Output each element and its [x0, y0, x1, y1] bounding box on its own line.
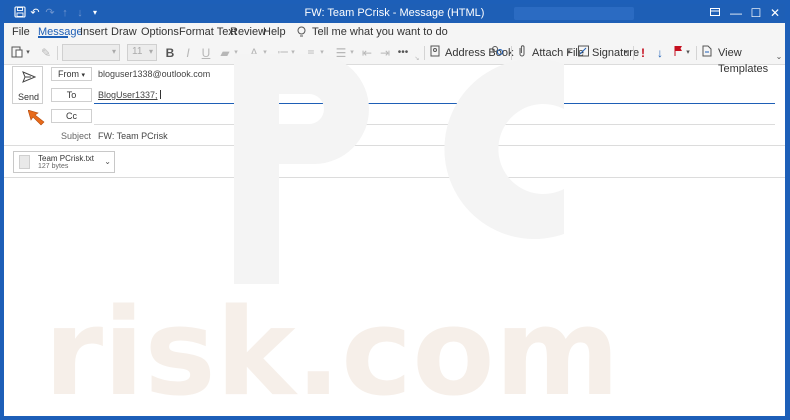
ribbon-tabs: File Message Insert Draw Options Format … — [4, 23, 785, 41]
low-importance-icon[interactable]: ↓ — [654, 45, 666, 61]
lightbulb-icon — [297, 26, 306, 41]
flag-icon[interactable] — [672, 45, 684, 61]
dialog-launcher-icon[interactable]: ↘ — [413, 51, 421, 67]
subject-underline — [4, 145, 785, 146]
maximize-button[interactable]: ☐ — [746, 4, 766, 23]
more-options-icon[interactable]: ••• — [394, 45, 412, 61]
svg-text:risk.com: risk.com — [44, 284, 620, 416]
tab-review[interactable]: Review — [230, 26, 266, 38]
divider — [633, 46, 634, 60]
from-dropdown-icon: ▾ — [81, 72, 86, 79]
highlight-dropdown-icon[interactable]: ▾ — [232, 45, 240, 61]
text-caret — [159, 90, 161, 99]
minimize-button[interactable]: — — [726, 4, 746, 23]
to-input[interactable]: BlogUser1337; — [98, 90, 161, 100]
highlight-icon[interactable]: ▰ — [218, 45, 232, 61]
search-box-blurred — [514, 7, 634, 20]
attachment-name: Team PCrisk.txt — [38, 154, 95, 163]
tab-insert[interactable]: Insert — [80, 26, 108, 38]
subject-label: Subject — [61, 131, 92, 141]
tab-file[interactable]: File — [12, 26, 30, 38]
to-field-underline — [94, 103, 775, 104]
from-value: bloguser1338@outlook.com — [98, 69, 211, 79]
bullets-icon[interactable]: ≔ — [276, 45, 290, 61]
tab-draw[interactable]: Draw — [111, 26, 137, 38]
attachment-size: 127 bytes — [38, 163, 69, 170]
to-button[interactable]: To — [51, 88, 92, 102]
bold-icon[interactable]: B — [164, 45, 176, 61]
tab-options[interactable]: Options — [141, 26, 179, 38]
ribbon-display-icon[interactable] — [705, 4, 725, 23]
tab-help[interactable]: Help — [263, 26, 286, 38]
attachment-dropdown-icon[interactable]: ⌄ — [104, 157, 111, 166]
close-button[interactable]: ✕ — [765, 4, 785, 23]
from-label: From — [57, 69, 79, 79]
flag-dropdown-icon[interactable]: ▾ — [684, 45, 692, 61]
font-name-select[interactable]: ▾ — [62, 44, 120, 61]
attachment-chip[interactable]: Team PCrisk.txt 127 bytes ⌄ — [13, 151, 115, 173]
window-title: FW: Team PCrisk - Message (HTML) — [304, 7, 485, 19]
divider — [511, 46, 512, 60]
divider — [57, 46, 58, 60]
title-bar: ↶ ↷ ↑ ↓ ▾ FW: Team PCrisk - Message (HTM… — [4, 4, 785, 23]
collapse-ribbon-icon[interactable]: ⌄ — [774, 49, 784, 65]
to-recipient[interactable]: BlogUser1337; — [98, 90, 158, 100]
watermark-logo: risk.com — [44, 54, 620, 416]
signature-dropdown-icon[interactable]: ▾ — [622, 45, 630, 61]
align-dropdown-icon[interactable]: ▾ — [348, 45, 356, 61]
attach-file-dropdown-icon[interactable]: ▾ — [565, 45, 573, 61]
bullets-dropdown-icon[interactable]: ▾ — [289, 45, 297, 61]
paperclip-icon[interactable] — [516, 45, 528, 61]
decrease-indent-icon[interactable]: ⇤ — [360, 45, 374, 61]
paste-dropdown-icon[interactable]: ▾ — [24, 45, 32, 61]
tell-me-search[interactable]: Tell me what you want to do — [312, 26, 448, 38]
templates-icon[interactable] — [701, 45, 713, 61]
text-file-icon — [19, 155, 30, 169]
divider — [424, 46, 425, 60]
attachment-underline — [4, 177, 785, 178]
address-book-icon[interactable] — [429, 45, 441, 61]
align-icon[interactable]: ☰ — [334, 45, 348, 61]
outlook-compose-window: ↶ ↷ ↑ ↓ ▾ FW: Team PCrisk - Message (HTM… — [4, 4, 785, 416]
format-painter-icon[interactable]: ✎ — [39, 45, 53, 61]
cc-field-underline — [94, 124, 775, 125]
italic-icon[interactable]: I — [182, 45, 194, 61]
send-label: Send — [17, 92, 40, 102]
active-tab-indicator — [38, 36, 68, 38]
numbering-dropdown-icon[interactable]: ▾ — [318, 45, 326, 61]
tab-format-text[interactable]: Format Text — [179, 26, 237, 38]
high-importance-icon[interactable]: ! — [637, 45, 649, 61]
pointer-arrow-icon — [28, 110, 45, 126]
font-color-dropdown-icon[interactable]: ▾ — [261, 45, 269, 61]
subject-input[interactable]: FW: Team PCrisk — [98, 131, 168, 141]
from-button[interactable]: From ▾ — [51, 67, 92, 81]
font-size-select[interactable]: 11 ▾ — [127, 44, 157, 61]
increase-indent-icon[interactable]: ⇥ — [378, 45, 392, 61]
font-color-icon[interactable]: A — [247, 45, 261, 61]
check-names-icon[interactable] — [490, 45, 504, 61]
signature-icon[interactable] — [577, 45, 589, 61]
numbering-icon[interactable]: ≡ — [304, 45, 318, 61]
send-button[interactable]: Send — [12, 66, 43, 104]
divider — [696, 46, 697, 60]
send-icon — [13, 71, 44, 86]
underline-icon[interactable]: U — [200, 45, 212, 61]
cc-button[interactable]: Cc — [51, 109, 92, 123]
ribbon-toolbar: ▾ ✎ ▾ 11 ▾ B I U ▰ ▾ A ▾ ≔ ▾ ≡ ▾ ☰ ▾ ⇤ ⇥ … — [4, 41, 785, 75]
paste-icon[interactable] — [10, 45, 24, 61]
